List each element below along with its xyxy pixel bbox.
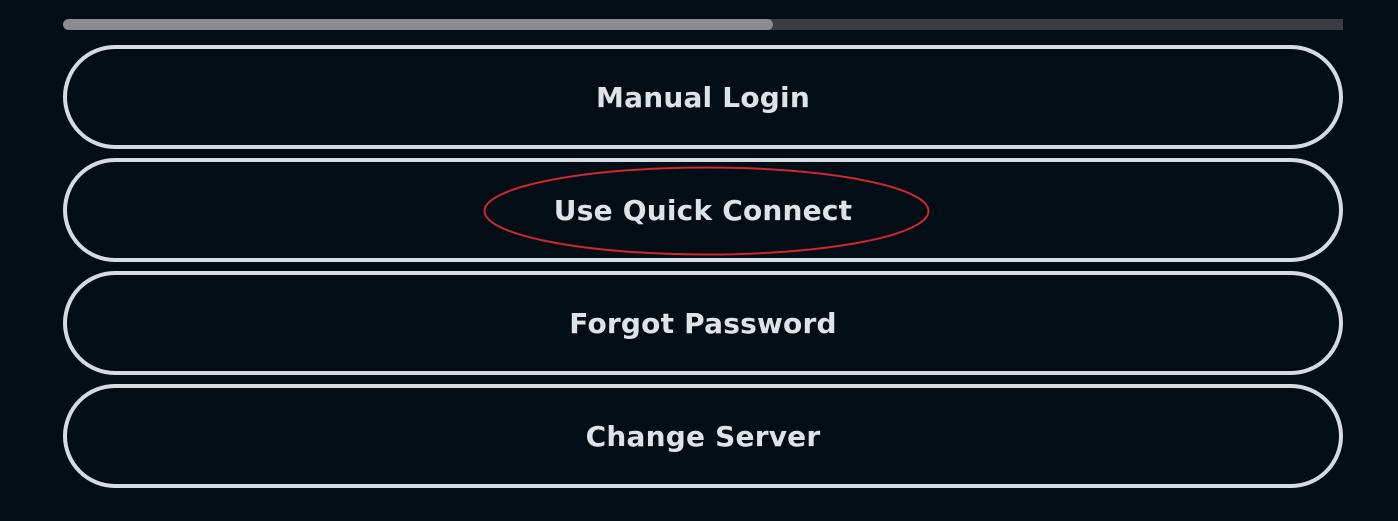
progress-bar <box>63 19 1343 30</box>
quick-connect-button[interactable]: Use Quick Connect <box>63 158 1343 262</box>
login-options-page: Manual Login Use Quick Connect Forgot Pa… <box>0 0 1398 521</box>
manual-login-button[interactable]: Manual Login <box>63 45 1343 149</box>
forgot-password-button[interactable]: Forgot Password <box>63 271 1343 375</box>
progress-bar-fill <box>63 19 774 30</box>
change-server-button[interactable]: Change Server <box>63 384 1343 488</box>
